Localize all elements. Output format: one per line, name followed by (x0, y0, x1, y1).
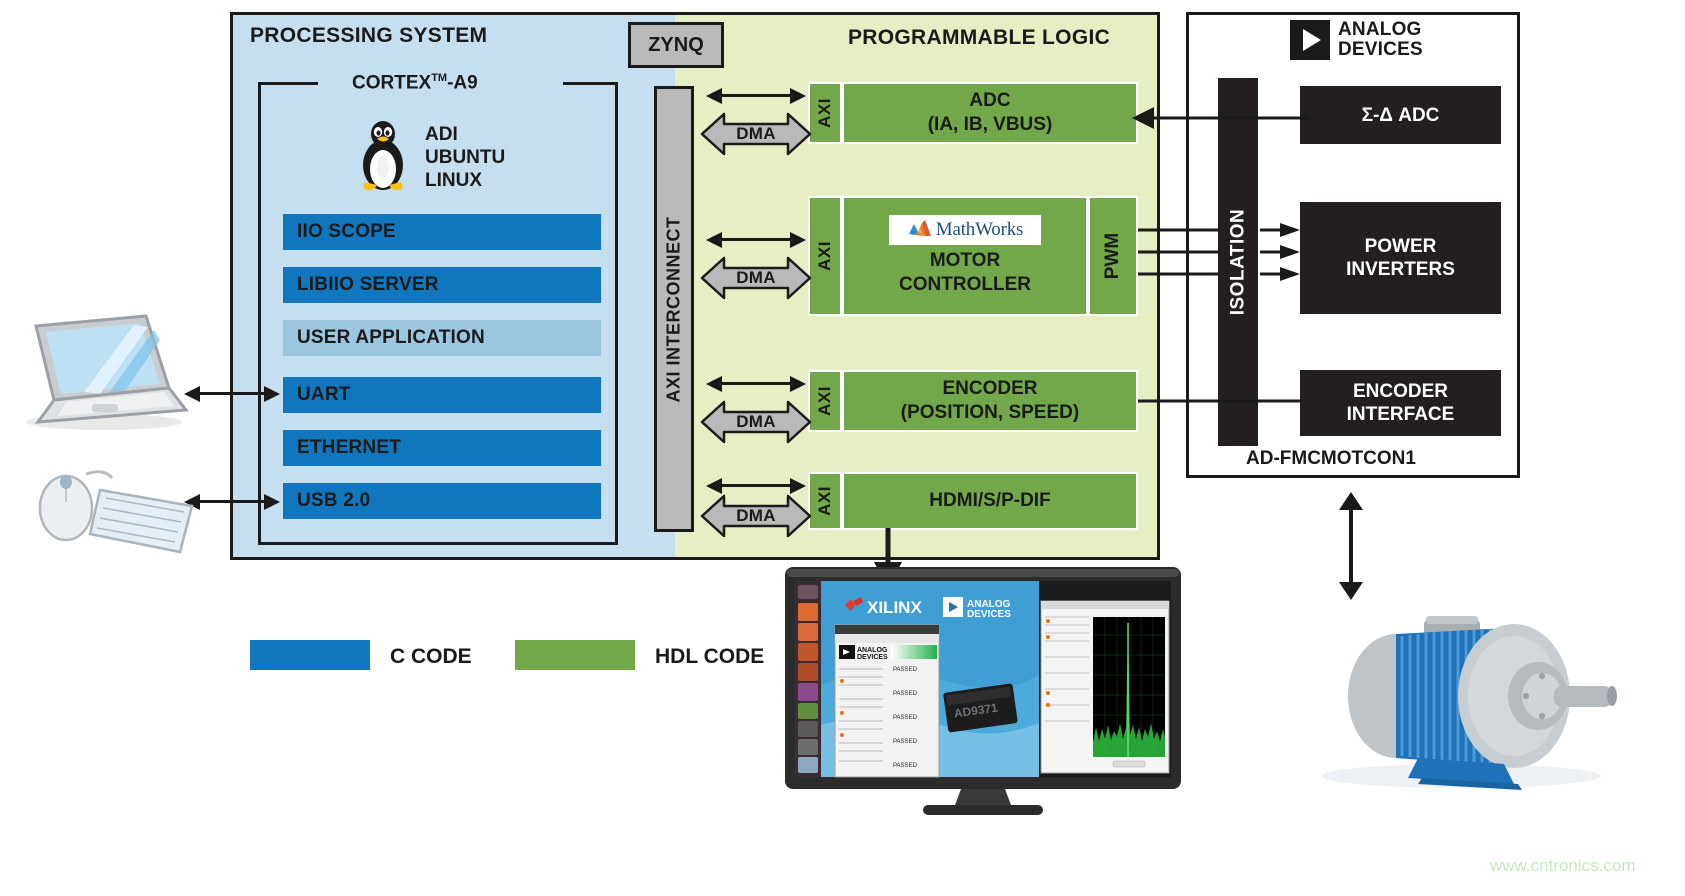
svg-text:PASSED: PASSED (893, 691, 918, 697)
power-inverters-line1: POWER (1364, 236, 1437, 257)
pl-row-motor-controller[interactable]: AXI MathWorks MOTOR CONTROLLER PWM (808, 196, 1138, 316)
axi-port-hdmi: AXI (810, 474, 840, 528)
pl-block-hdmi: HDMI/S/P-DIF (844, 474, 1136, 528)
processing-system-title: PROCESSING SYSTEM (250, 24, 488, 47)
trademark-mark: TM (431, 72, 448, 84)
dma-arrow-hdmi: DMA (700, 494, 812, 538)
axi-port-encoder: AXI (810, 372, 840, 430)
legend-swatch-hdl-code (515, 640, 635, 670)
board-name-label: AD-FMCMOTCON1 (1246, 448, 1416, 469)
svg-text:DEVICES: DEVICES (967, 609, 1011, 620)
os-line-2: UBUNTU (425, 147, 506, 168)
programmable-logic-title: PROGRAMMABLE LOGIC (848, 26, 1111, 49)
pl-block-encoder-line1: ENCODER (942, 378, 1038, 399)
sw-block-uart[interactable]: UART (283, 377, 601, 413)
pl-row-encoder[interactable]: AXI ENCODER (POSITION, SPEED) (808, 370, 1138, 432)
svg-text:PASSED: PASSED (893, 739, 918, 745)
motor-connection-arrow (1339, 492, 1363, 600)
pl-block-motor-line2: CONTROLLER (899, 274, 1031, 295)
laptop-icon (26, 314, 189, 430)
axi-arrow-encoder (706, 376, 806, 392)
svg-text:PASSED: PASSED (893, 715, 918, 721)
cortex-text: CORTEX (352, 72, 432, 94)
axi-arrow-adc (706, 88, 806, 104)
axi-port-motor-controller: AXI (810, 198, 840, 314)
axi-arrow-motor (706, 232, 806, 248)
pl-block-hdmi-line1: HDMI/S/P-DIF (929, 490, 1051, 511)
svg-text:XILINX: XILINX (867, 598, 922, 617)
pl-block-encoder: ENCODER (POSITION, SPEED) (844, 372, 1136, 430)
site-watermark: www.cntronics.com (1490, 856, 1636, 875)
mathworks-wordmark: MathWorks (935, 219, 1024, 240)
pl-block-motor-line1: MOTOR (929, 250, 1001, 271)
svg-text:PASSED: PASSED (893, 667, 918, 673)
analog-devices-triangle-icon (1290, 20, 1330, 60)
sw-block-ethernet[interactable]: ETHERNET (283, 430, 601, 466)
os-line-1: ADI (425, 124, 458, 145)
sw-block-usb20[interactable]: USB 2.0 (283, 483, 601, 519)
svg-text:DEVICES: DEVICES (857, 654, 888, 661)
hid-connection-arrow (184, 494, 280, 510)
sw-block-user-application[interactable]: USER APPLICATION (283, 320, 601, 356)
encoder-signal-line (1138, 399, 1302, 403)
adi-brand-line1: ANALOG (1338, 19, 1422, 40)
keyboard-icon (88, 488, 194, 554)
encoder-interface-block[interactable]: ENCODER INTERFACE (1298, 368, 1503, 438)
os-line-3: LINUX (425, 170, 482, 191)
legend-swatch-c-code (250, 640, 370, 670)
pwm-block: PWM (1090, 198, 1136, 314)
axi-port-adc: AXI (810, 84, 840, 142)
pwm-inverter-arrows (1260, 223, 1300, 281)
pwm-signal-lines (1138, 228, 1220, 276)
pl-block-adc-line2: (IA, IB, VBUS) (927, 114, 1053, 135)
cortex-a9-label: CORTEXTM-A9 (352, 72, 478, 94)
adi-brand-line2: DEVICES (1338, 39, 1423, 60)
isolation-label: ISOLATION (1227, 208, 1249, 316)
dma-arrow-motor: DMA (700, 256, 812, 300)
dma-label-adc: DMA (736, 124, 776, 143)
electric-motor-icon (1321, 616, 1617, 790)
analog-devices-logo: ANALOG DEVICES (1290, 20, 1423, 60)
pl-row-adc[interactable]: AXI ADC (IA, IB, VBUS) (808, 82, 1138, 144)
sw-block-iio-scope[interactable]: IIO SCOPE (283, 214, 601, 250)
dma-arrow-adc: DMA (700, 112, 812, 156)
analog-devices-wordmark: ANALOG DEVICES (1338, 20, 1423, 60)
linux-penguin-icon (363, 121, 403, 191)
sigma-delta-adc-block[interactable]: Σ-Δ ADC (1298, 84, 1503, 146)
legend-label-hdl-code: HDL CODE (655, 645, 765, 668)
adc-signal-line (1132, 107, 1310, 129)
axi-interconnect-label: AXI INTERCONNECT (663, 215, 684, 403)
encoder-interface-line2: INTERFACE (1346, 404, 1455, 425)
sw-block-libiio-server[interactable]: LIBIIO SERVER (283, 267, 601, 303)
mathworks-logo: MathWorks (889, 215, 1041, 245)
cortex-suffix: -A9 (447, 72, 478, 94)
pl-block-adc-line1: ADC (969, 90, 1011, 111)
monitor-icon: XILINX ANALOG DEVICES AD9371 ANALOG DEVI… (785, 567, 1181, 815)
zynq-badge: ZYNQ (628, 22, 724, 68)
power-inverters-line2: INVERTERS (1346, 259, 1455, 280)
laptop-connection-arrow (184, 386, 280, 402)
operating-system-label: ADI UBUNTU LINUX (425, 123, 505, 192)
power-inverters-block[interactable]: POWER INVERTERS (1298, 200, 1503, 316)
svg-text:PASSED: PASSED (893, 763, 918, 769)
mathworks-membrane-icon (908, 220, 931, 236)
dma-label-motor: DMA (736, 268, 776, 287)
dma-label-encoder: DMA (736, 412, 776, 431)
pl-block-encoder-line2: (POSITION, SPEED) (900, 402, 1080, 423)
legend-label-c-code: C CODE (390, 645, 472, 668)
axi-interconnect-bar: AXI INTERCONNECT (654, 86, 694, 532)
pl-block-adc: ADC (IA, IB, VBUS) (844, 84, 1136, 142)
dma-arrow-encoder: DMA (700, 400, 812, 444)
diagram-canvas: PROCESSING SYSTEM PROGRAMMABLE LOGIC ZYN… (0, 0, 1685, 896)
encoder-interface-line1: ENCODER (1352, 381, 1448, 402)
axi-arrow-hdmi (706, 478, 806, 494)
pl-row-hdmi[interactable]: AXI HDMI/S/P-DIF (808, 472, 1138, 530)
svg-text:ANALOG: ANALOG (857, 647, 888, 654)
dma-label-hdmi: DMA (736, 506, 776, 525)
pl-block-motor-controller: MathWorks MOTOR CONTROLLER (844, 198, 1086, 314)
